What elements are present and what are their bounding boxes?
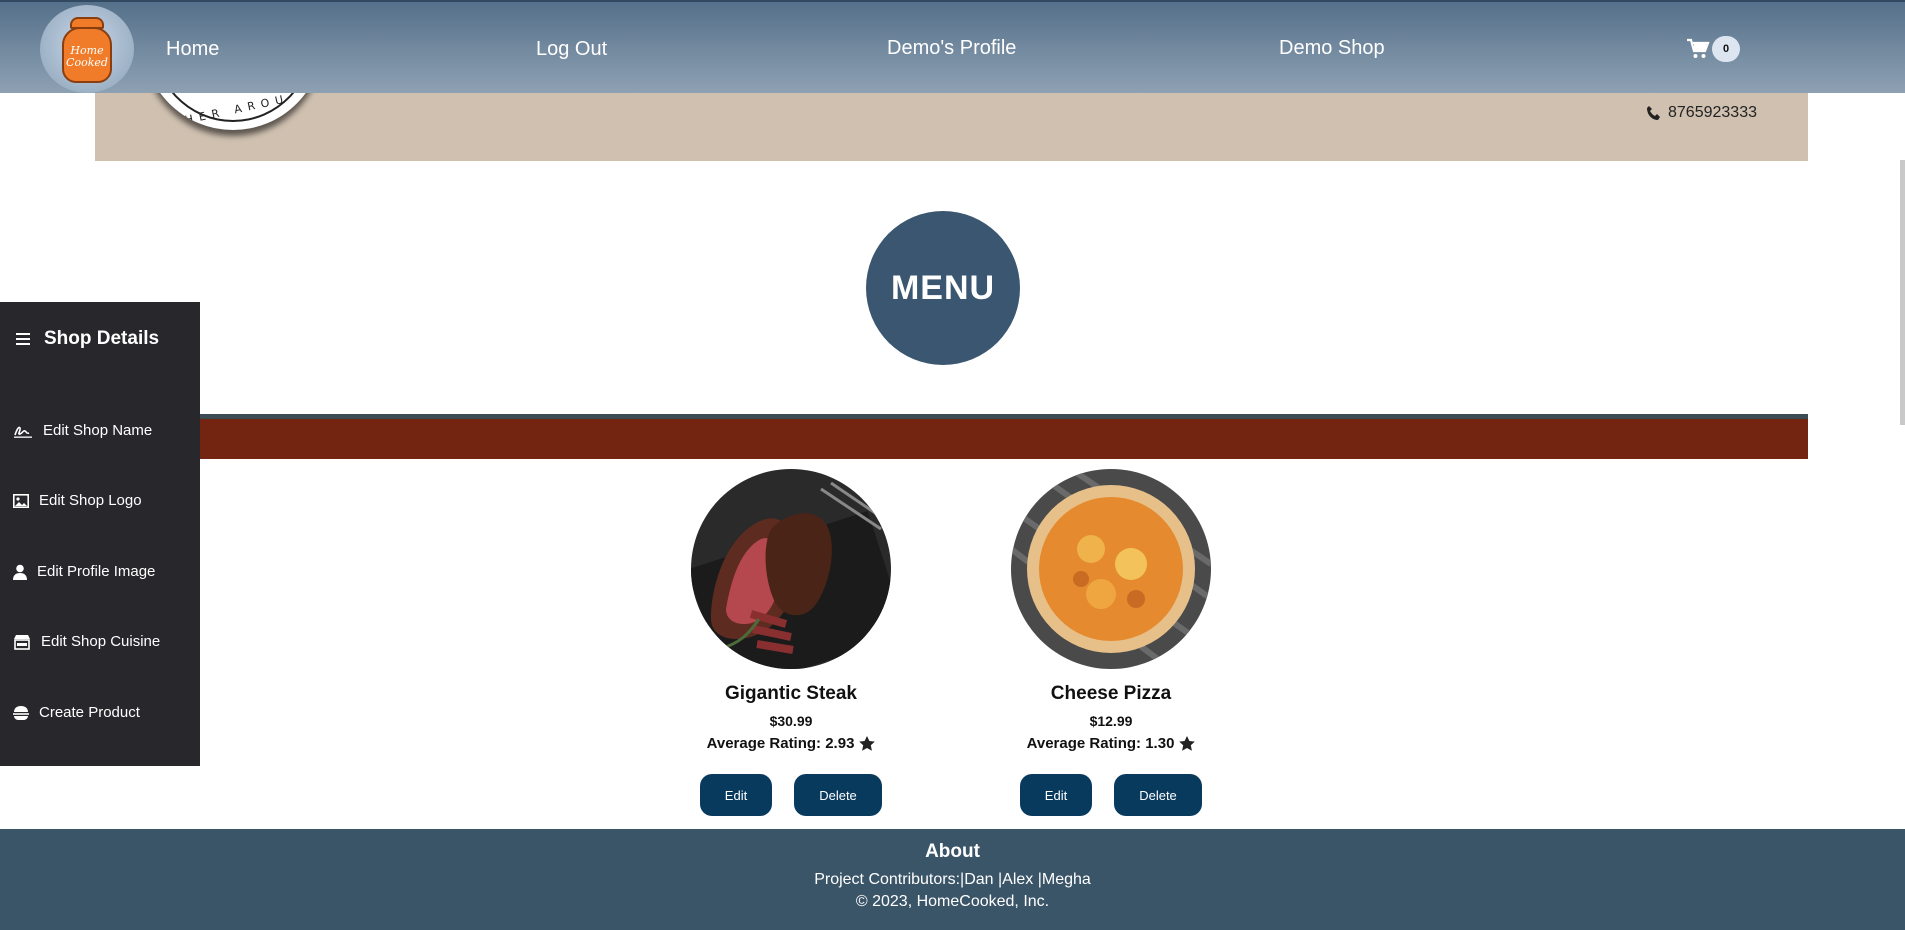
product-price: $12.99 <box>1089 713 1133 729</box>
logo-text: Home Cooked <box>66 44 108 69</box>
product-rating: Average Rating: 2.93 <box>681 735 901 752</box>
nav-logout-link[interactable]: Log Out <box>536 38 607 61</box>
user-icon <box>13 564 27 580</box>
footer-copyright: © 2023, HomeCooked, Inc. <box>855 893 1050 910</box>
sidebar-item-label: Edit Shop Name <box>43 422 153 439</box>
image-icon <box>13 493 29 508</box>
nav-home-link[interactable]: Home <box>166 38 219 61</box>
sidebar-item-label: Create Product <box>39 704 140 721</box>
sidebar-item-label: Edit Shop Logo <box>39 492 142 509</box>
sidebar-item-edit-shop-cuisine[interactable]: Edit Shop Cuisine <box>13 633 160 650</box>
product-card: Cheese Pizza $12.99 Average Rating: 1.30… <box>1001 469 1221 816</box>
rating-text: Average Rating: 1.30 <box>1026 735 1175 752</box>
footer-about-heading: About <box>925 841 980 862</box>
cart-button[interactable]: 0 <box>1686 36 1742 62</box>
jar-icon: Home Cooked <box>62 17 112 83</box>
phone-icon <box>1647 106 1660 120</box>
sidebar-item-create-product[interactable]: Create Product <box>13 704 140 721</box>
product-price: $30.99 <box>769 713 813 729</box>
burger-icon <box>13 705 29 720</box>
star-icon <box>859 736 876 751</box>
menu-divider <box>199 414 1808 459</box>
shop-banner <box>95 93 1808 161</box>
shop-details-sidebar: Shop Details Edit Shop Name Edit Shop Lo… <box>0 302 200 766</box>
product-name: Gigantic Steak <box>725 683 857 704</box>
product-card: Gigantic Steak $30.99 Average Rating: 2.… <box>681 469 901 816</box>
shop-phone: 8765923333 <box>1646 104 1757 122</box>
edit-product-button[interactable]: Edit <box>1020 774 1092 816</box>
sidebar-item-edit-shop-logo[interactable]: Edit Shop Logo <box>13 492 142 509</box>
rating-text: Average Rating: 2.93 <box>706 735 855 752</box>
sidebar-header[interactable]: Shop Details <box>16 328 159 350</box>
footer: About Project Contributors:|Dan |Alex |M… <box>0 829 1905 930</box>
page: Home Cooked Home Log Out Demo's Profile … <box>0 0 1905 930</box>
footer-contributors: Project Contributors:|Dan |Alex |Megha <box>814 871 1091 888</box>
nav-shop-link[interactable]: Demo Shop <box>1279 37 1385 60</box>
product-rating: Average Rating: 1.30 <box>1001 735 1221 752</box>
phone-number: 8765923333 <box>1668 104 1757 121</box>
product-image[interactable] <box>1011 469 1211 669</box>
scrollbar[interactable] <box>1900 160 1905 425</box>
cart-icon <box>1687 38 1710 58</box>
edit-product-button[interactable]: Edit <box>700 774 772 816</box>
sidebar-item-edit-profile-image[interactable]: Edit Profile Image <box>13 563 155 580</box>
product-name: Cheese Pizza <box>1050 683 1172 704</box>
delete-product-button[interactable]: Delete <box>794 774 882 816</box>
sidebar-title: Shop Details <box>44 328 160 349</box>
sidebar-item-edit-shop-name[interactable]: Edit Shop Name <box>13 422 152 439</box>
product-image[interactable] <box>691 469 891 669</box>
delete-product-button[interactable]: Delete <box>1114 774 1202 816</box>
nav-profile-link[interactable]: Demo's Profile <box>887 37 1016 60</box>
site-logo[interactable]: Home Cooked <box>40 5 134 93</box>
store-icon <box>14 634 30 650</box>
menu-icon[interactable] <box>16 333 30 345</box>
star-icon <box>1179 736 1196 751</box>
sidebar-item-label: Edit Profile Image <box>37 563 156 580</box>
signature-icon <box>14 426 32 438</box>
cart-count-badge: 0 <box>1712 36 1740 62</box>
sidebar-item-label: Edit Shop Cuisine <box>41 633 161 650</box>
menu-title: MENU <box>866 211 1020 365</box>
top-nav: Home Cooked Home Log Out Demo's Profile … <box>0 0 1905 93</box>
